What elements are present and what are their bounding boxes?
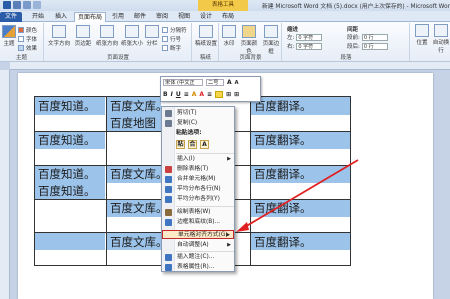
annotation-arrow xyxy=(236,159,359,232)
arrow-head xyxy=(236,222,249,232)
arrow-shaft xyxy=(242,159,359,229)
